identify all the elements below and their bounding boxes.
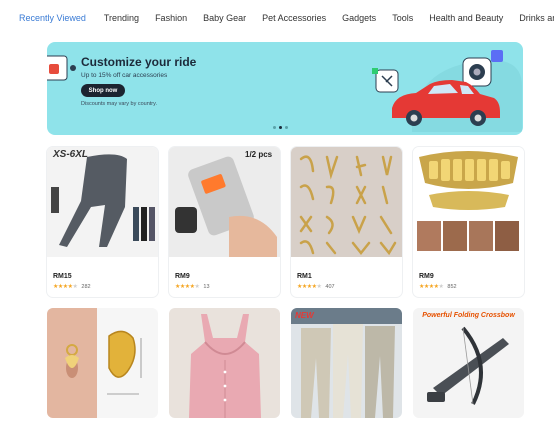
product-card[interactable]: RM9 ★★★★★ 852 xyxy=(413,147,524,297)
product-image-crossbow: Powerful Folding Crossbow xyxy=(413,308,524,418)
banner-title: Customize your ride xyxy=(81,55,197,69)
product-rating: ★★★★★ 852 xyxy=(419,283,457,291)
carousel-dot-active[interactable] xyxy=(279,126,282,129)
star-rating-icon: ★★★★★ xyxy=(175,284,200,290)
banner-note: Discounts may vary by country. xyxy=(81,101,158,107)
product-image-lighter: 1/2 pcs xyxy=(169,147,280,257)
star-rating-icon: ★★★★★ xyxy=(53,284,78,290)
category-fashion[interactable]: Fashion xyxy=(155,13,187,23)
image-label: XS-6XL xyxy=(52,149,88,160)
product-card[interactable] xyxy=(47,308,158,418)
category-baby-gear[interactable]: Baby Gear xyxy=(203,13,246,23)
category-nav: Recently Viewed Trending Fashion Baby Ge… xyxy=(0,0,554,36)
product-image-pink-top xyxy=(169,308,280,418)
category-drinks-and-snacks[interactable]: Drinks and Snacks xyxy=(519,13,554,23)
product-card[interactable]: RM1 ★★★★★ 407 xyxy=(291,147,402,297)
carousel-dot[interactable] xyxy=(273,126,276,129)
product-card[interactable] xyxy=(169,308,280,418)
banner-subtitle: Up to 15% off car accessories xyxy=(81,72,168,79)
shop-now-button[interactable]: Shop now xyxy=(81,84,125,97)
product-card[interactable]: 1/2 pcs RM9 ★★★★★ 13 xyxy=(169,147,280,297)
product-price: RM1 xyxy=(297,273,312,280)
star-rating-icon: ★★★★★ xyxy=(297,284,322,290)
category-gadgets[interactable]: Gadgets xyxy=(342,13,376,23)
category-tools[interactable]: Tools xyxy=(392,13,413,23)
category-pet-accessories[interactable]: Pet Accessories xyxy=(262,13,326,23)
product-image-letter-necklaces xyxy=(291,147,402,257)
category-health-and-beauty[interactable]: Health and Beauty xyxy=(429,13,503,23)
product-price: RM9 xyxy=(419,273,434,280)
product-rating: ★★★★★ 282 xyxy=(53,283,91,291)
star-rating-icon: ★★★★★ xyxy=(419,284,444,290)
product-rating: ★★★★★ 13 xyxy=(175,283,210,291)
car-illustration xyxy=(372,50,522,132)
carousel-dots xyxy=(273,126,288,129)
product-price: RM15 xyxy=(53,273,72,280)
product-rating: ★★★★★ 407 xyxy=(297,283,335,291)
product-image-gold-grillz xyxy=(413,147,524,257)
category-recently-viewed[interactable]: Recently Viewed xyxy=(19,13,86,23)
image-label: Powerful Folding Crossbow xyxy=(422,312,515,319)
product-image-belly-ring xyxy=(47,308,158,418)
category-trending[interactable]: Trending xyxy=(104,13,139,23)
product-card[interactable]: NEW xyxy=(291,308,402,418)
review-count: 407 xyxy=(325,283,335,290)
product-image-pants: NEW xyxy=(291,308,402,418)
image-label: 1/2 pcs xyxy=(245,150,273,159)
product-card[interactable]: XS-6XL RM15 ★★★★★ 282 xyxy=(47,147,158,297)
image-label: NEW xyxy=(295,311,315,320)
promo-banner[interactable]: Customize your ride Up to 15% off car ac… xyxy=(47,42,523,135)
review-count: 852 xyxy=(447,283,457,290)
product-price: RM9 xyxy=(175,273,190,280)
carousel-dot[interactable] xyxy=(285,126,288,129)
product-image-leggings: XS-6XL xyxy=(47,147,158,257)
review-count: 13 xyxy=(203,283,210,290)
product-card[interactable]: Powerful Folding Crossbow xyxy=(413,308,524,418)
accessory-illustration xyxy=(47,55,76,81)
review-count: 282 xyxy=(81,283,91,290)
